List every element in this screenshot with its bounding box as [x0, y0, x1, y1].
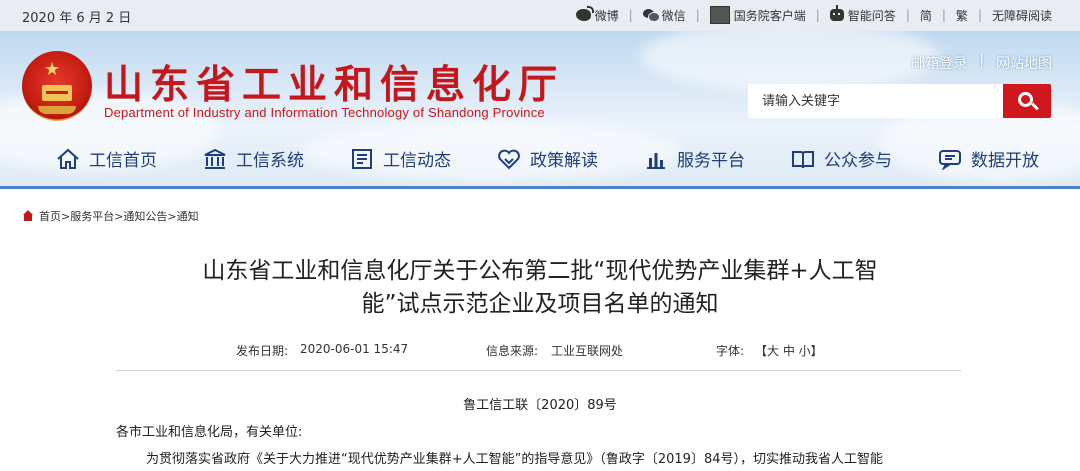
policy-icon — [497, 148, 521, 170]
gov-app-icon — [709, 6, 730, 24]
meta-divider — [116, 370, 961, 371]
wechat-icon — [642, 9, 660, 22]
search-input[interactable] — [748, 84, 1003, 118]
ribbon-decoration — [38, 106, 76, 114]
divider: | — [905, 8, 910, 22]
accessibility-link[interactable]: 无障碍阅读 — [992, 7, 1052, 24]
salutation: 各市工业和信息化局，有关单位: — [116, 425, 303, 440]
building-icon — [203, 148, 227, 170]
nav-item-system[interactable]: 工信系统 — [203, 146, 304, 171]
divider: | — [695, 8, 700, 22]
breadcrumb-path[interactable]: 首页>服务平台>通知公告>通知 — [39, 208, 199, 224]
nav-label: 服务平台 — [677, 151, 745, 171]
news-icon — [350, 148, 374, 170]
site-map-link[interactable]: 网站地图 — [996, 53, 1052, 73]
tiananmen-icon — [42, 85, 72, 101]
divider: | — [977, 8, 982, 22]
weibo-link[interactable]: 微博 — [575, 6, 619, 24]
divider: | — [815, 8, 820, 22]
article-title-line: 山东省工业和信息化厅关于公布第二批“现代优势产业集群+人工智 — [202, 258, 878, 284]
document-number: 鲁工信工联〔2020〕89号 — [463, 398, 617, 413]
simplified-link[interactable]: 简 — [920, 7, 932, 24]
nav-label: 工信动态 — [383, 151, 451, 171]
search-box — [748, 84, 1051, 118]
nav-label: 公众参与 — [824, 151, 892, 171]
article-title: 山东省工业和信息化厅关于公布第二批“现代优势产业集群+人工智 能”试点示范企业及… — [125, 255, 955, 321]
nav-item-service[interactable]: 服务平台 — [644, 146, 745, 171]
nav-item-policy[interactable]: 政策解读 — [497, 146, 598, 171]
body-paragraph: 为贯彻落实省政府《关于大力推进“现代优势产业集群+人工智能”的指导意见》（鲁政字… — [146, 452, 883, 467]
breadcrumb-home-icon — [22, 210, 34, 222]
divider: | — [941, 8, 946, 22]
nav-item-participation[interactable]: 公众参与 — [791, 146, 892, 171]
divider: | — [979, 53, 984, 69]
nav-label: 政策解读 — [530, 151, 598, 171]
top-links: 微博 | 微信 | 国务院客户端 | 智能问答 | 简 | 繁 | 无障碍阅读 — [575, 5, 1052, 24]
star-icon: ★ — [44, 59, 61, 80]
publish-date: 2020-06-01 15:47 — [300, 342, 409, 356]
divider: | — [628, 8, 633, 22]
traditional-link[interactable]: 繁 — [956, 7, 968, 24]
source-label: 信息来源: — [486, 344, 539, 358]
search-icon-handle — [1031, 102, 1039, 111]
wechat-label: 微信 — [661, 8, 686, 23]
nav-label: 工信首页 — [89, 151, 157, 171]
weibo-icon — [575, 6, 594, 21]
current-date: 2020 年 6 月 2 日 — [22, 11, 132, 26]
font-size-options[interactable]: 【大 中 小】 — [755, 342, 823, 359]
weibo-label: 微博 — [594, 8, 619, 23]
nav-label: 数据开放 — [971, 151, 1039, 171]
robot-icon — [829, 5, 844, 21]
book-icon — [791, 148, 815, 170]
site-header: ★ 山东省工业和信息化厅 Department of Industry and … — [0, 31, 1080, 188]
gov-app-link[interactable]: 国务院客户端 — [709, 6, 806, 24]
cloud-decoration — [640, 31, 940, 91]
breadcrumb: 首页>服务平台>通知公告>通知 — [22, 208, 199, 224]
chat-icon — [938, 148, 962, 171]
nav-item-home[interactable]: 工信首页 — [56, 146, 157, 171]
top-bar: 2020 年 6 月 2 日 微博 | 微信 | 国务院客户端 | 智能问答 |… — [0, 0, 1080, 31]
nav-item-news[interactable]: 工信动态 — [350, 146, 451, 171]
chart-icon — [644, 148, 668, 170]
header-divider — [0, 186, 1080, 189]
search-button[interactable] — [1003, 84, 1051, 118]
nav-label: 工信系统 — [236, 151, 304, 171]
header-links: 邮箱登录 | 网站地图 — [911, 53, 1052, 73]
publish-date-label: 发布日期: — [236, 344, 289, 358]
mail-login-link[interactable]: 邮箱登录 — [911, 53, 967, 73]
source-value: 工业互联网处 — [551, 344, 624, 358]
smart-qa-label: 智能问答 — [847, 8, 896, 23]
site-title[interactable]: 山东省工业和信息化厅 — [104, 54, 564, 110]
gov-app-label: 国务院客户端 — [733, 8, 806, 23]
wechat-link[interactable]: 微信 — [642, 7, 686, 24]
site-title-english: Department of Industry and Information T… — [104, 105, 545, 120]
smart-qa-link[interactable]: 智能问答 — [829, 5, 896, 24]
font-size-label: 字体: — [716, 344, 745, 358]
article-title-line: 能”试点示范企业及项目名单的通知 — [361, 291, 719, 317]
home-icon — [56, 148, 80, 170]
main-nav: 工信首页 工信系统 工信动态 政策解读 服务平台 公众参与 数据开放 — [0, 141, 1080, 181]
nav-item-open-data[interactable]: 数据开放 — [938, 146, 1039, 171]
national-emblem-logo[interactable]: ★ — [22, 51, 92, 121]
